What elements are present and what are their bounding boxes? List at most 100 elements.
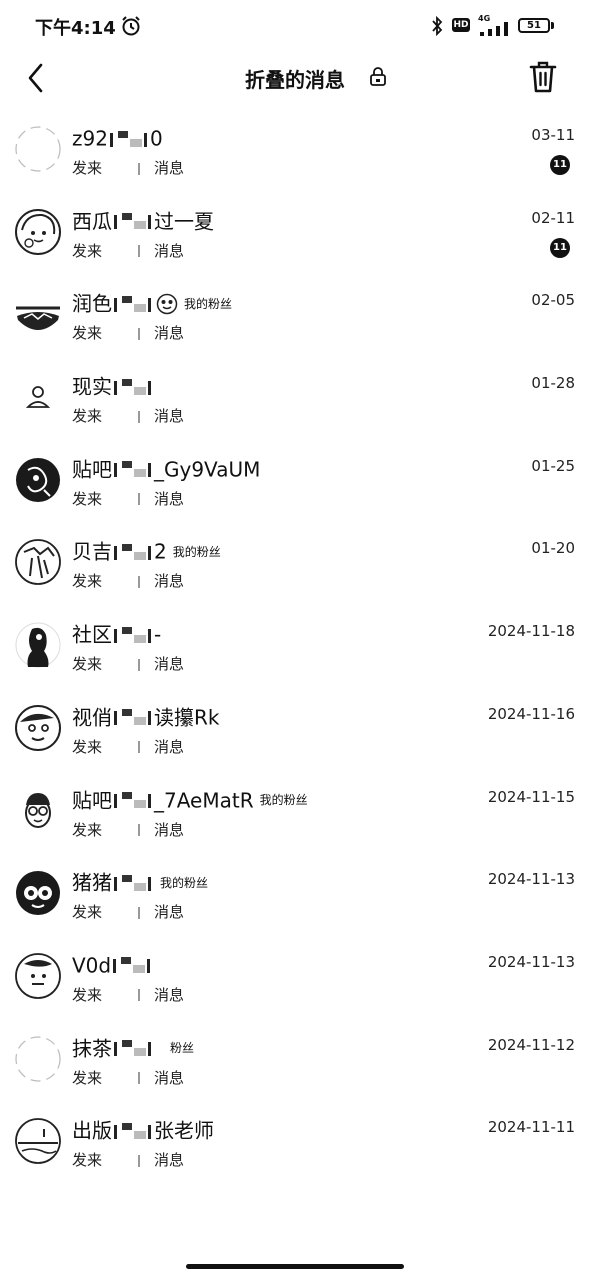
message-row[interactable]: 出版 张老师发来 消息 2024-11-11 (0, 1100, 590, 1183)
preview-suffix: 消息 (154, 1068, 185, 1087)
message-row[interactable]: 抹茶 粉丝 发来 消息 2024-11-12 (0, 1018, 590, 1101)
sender-name: 现实 (72, 372, 154, 399)
redacted-mosaic (102, 822, 155, 838)
page-title-wrapper: 折叠的消息 (0, 64, 590, 93)
message-row[interactable]: z92 0 发来 消息 03-11 11 (0, 108, 590, 191)
redacted-mosaic (102, 656, 155, 673)
sender-name-text: V0d (72, 953, 112, 978)
message-row[interactable]: 贴吧 _Gy9VaUM 发来 消息 01-25 (0, 439, 590, 522)
sender-name: 贴吧 _7AeMatR 我的粉丝 (72, 786, 308, 812)
avatar[interactable] (14, 373, 62, 421)
message-preview: 发来 消息 (72, 1150, 184, 1170)
message-row[interactable]: 视俏 读攥Rk 发来 消息 2024-11-16 (0, 687, 590, 770)
message-date: 03-11 (531, 126, 575, 144)
sender-name: V0d (72, 951, 153, 977)
message-row[interactable]: 社区 - 发来 消息 2024-11-18 (0, 604, 590, 687)
sender-name: 抹茶 粉丝 (72, 1034, 194, 1060)
message-date: 02-05 (531, 291, 575, 310)
sender-name-text: 润色 (72, 291, 112, 316)
message-date: 2024-11-11 (487, 1118, 575, 1137)
avatar[interactable] (14, 621, 62, 669)
message-preview: 发来 消息 (72, 902, 184, 922)
sender-name-suffix: _7AeMatR (154, 788, 254, 812)
redacted-mosaic (114, 707, 152, 728)
sender-name-suffix: 过一夏 (154, 209, 214, 234)
sender-name-text: z92 (72, 126, 108, 151)
avatar[interactable] (14, 208, 62, 256)
redacted-mosaic (114, 293, 152, 314)
message-preview: 发来 消息 (72, 654, 184, 674)
fan-tag: 我的粉丝 (184, 296, 233, 311)
redacted-mosaic (114, 541, 152, 562)
sender-name-text: 贝吉 (72, 539, 112, 564)
avatar[interactable] (14, 952, 62, 1000)
avatar[interactable] (14, 538, 62, 586)
message-row[interactable]: 现实发来 消息 01-28 (0, 356, 590, 439)
message-date: 01-25 (531, 456, 575, 475)
avatar[interactable] (14, 125, 62, 173)
sender-name-text: 社区 (72, 622, 112, 647)
avatar[interactable] (14, 1117, 62, 1165)
sender-name-suffix: _Gy9VaUM (154, 457, 261, 482)
message-row[interactable]: 贝吉 2 我的粉丝 发来 消息 01-20 (0, 521, 590, 604)
sender-name-suffix: 张老师 (154, 1118, 214, 1143)
avatar[interactable] (14, 704, 62, 752)
redacted-mosaic (109, 128, 148, 149)
preview-suffix: 消息 (154, 159, 185, 177)
message-preview: 发来 消息 (72, 985, 184, 1005)
folded-message-list: z92 0 发来 消息 03-11 11 西瓜 过一夏 发来 消息 02-11 11 润色 我的粉丝 发来消… (0, 108, 590, 1183)
redacted-mosaic (114, 790, 152, 810)
fan-tag: 粉丝 (170, 1041, 195, 1056)
preview-suffix: 消息 (154, 241, 185, 260)
preview-suffix: 消息 (154, 489, 185, 508)
fan-tag: 我的粉丝 (160, 875, 209, 890)
redacted-mosaic (102, 573, 155, 590)
preview-suffix: 消息 (154, 985, 185, 1004)
message-row[interactable]: 贴吧 _7AeMatR 我的粉丝 发来 消息 2024-11-15 (0, 770, 590, 853)
sender-name: 社区 - (72, 620, 161, 647)
navigation-header: 折叠的消息 (0, 54, 590, 102)
avatar[interactable] (14, 787, 62, 835)
message-row[interactable]: V0d 发来 消息 2024-11-13 (0, 935, 590, 1018)
avatar[interactable] (14, 290, 62, 338)
redacted-mosaic (102, 1070, 155, 1087)
message-row[interactable]: 猪猪 我的粉丝 发来 消息 2024-11-13 (0, 852, 590, 935)
status-time: 下午4:14 (35, 18, 116, 39)
sender-name: z92 0 (72, 124, 163, 151)
message-preview: 发来 消息 (72, 241, 184, 261)
battery-tip (551, 22, 554, 29)
preview-prefix: 发来 (72, 903, 103, 922)
signal-icon (480, 22, 508, 36)
redacted-mosaic (102, 904, 155, 921)
sender-name: 西瓜 过一夏 (72, 207, 214, 233)
message-date: 01-28 (531, 374, 575, 393)
redacted-mosaic (114, 1120, 152, 1141)
home-indicator[interactable] (186, 1264, 404, 1269)
preview-prefix: 发来 (72, 572, 103, 591)
sender-name: 出版 张老师 (72, 1116, 214, 1143)
avatar[interactable] (14, 1035, 62, 1083)
message-row[interactable]: 润色 我的粉丝 发来 消息 02-05 (0, 273, 590, 356)
message-preview: 发来 消息 (72, 489, 184, 509)
redacted-mosaic (113, 955, 152, 976)
preview-prefix: 发来 (72, 820, 103, 839)
message-date: 2024-11-16 (487, 704, 575, 723)
message-preview: 发来 消息 (72, 571, 184, 591)
sender-name-suffix: 0 (149, 126, 163, 151)
unread-badge: 11 (550, 155, 570, 175)
sender-name-text: 猪猪 (72, 870, 112, 895)
sender-name: 贴吧 _Gy9VaUM (72, 455, 260, 481)
preview-suffix: 消息 (154, 903, 185, 922)
message-date: 01-20 (531, 539, 575, 558)
message-preview: 发来 消息 (72, 406, 184, 426)
trash-icon[interactable] (528, 60, 558, 94)
sender-name: 猪猪 我的粉丝 (72, 868, 209, 895)
avatar[interactable] (14, 869, 62, 917)
hd-badge: HD (452, 18, 470, 32)
redacted-mosaic (102, 1152, 155, 1169)
message-row[interactable]: 西瓜 过一夏 发来 消息 02-11 11 (0, 191, 590, 274)
avatar[interactable] (14, 456, 62, 504)
alarm-icon (122, 16, 140, 36)
preview-prefix: 发来 (72, 324, 103, 343)
preview-prefix: 发来 (72, 985, 103, 1004)
